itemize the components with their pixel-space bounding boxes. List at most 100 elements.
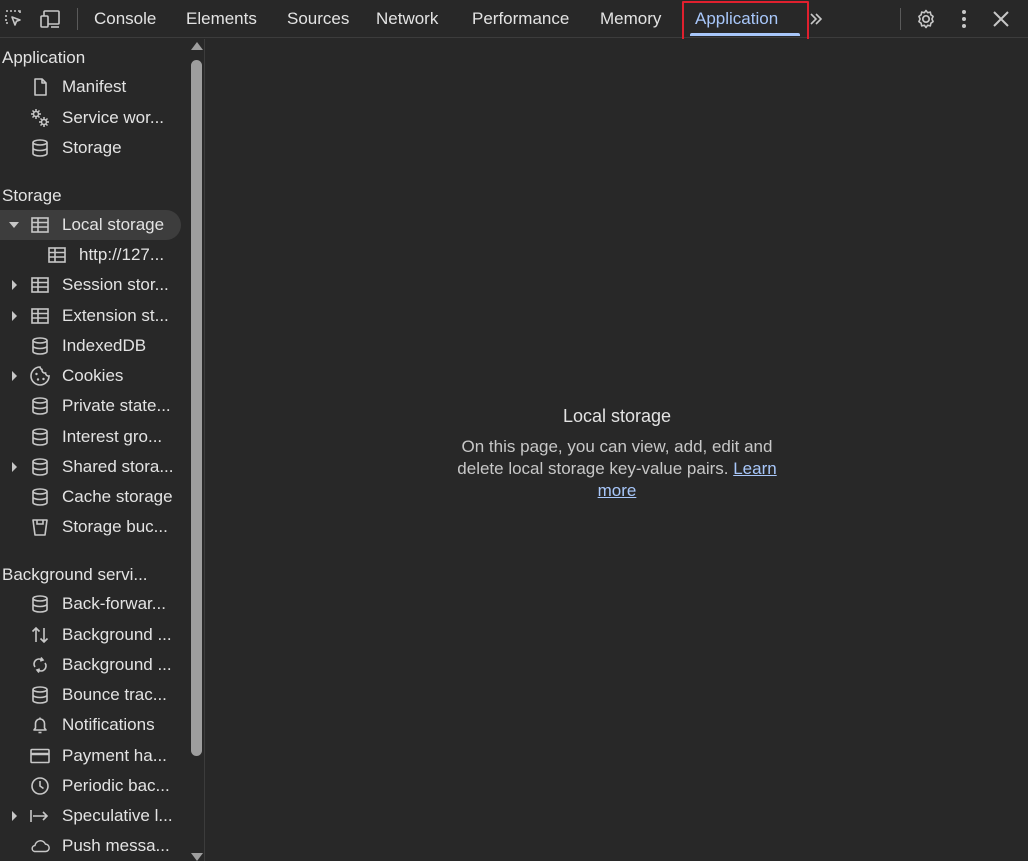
sidebar-item-indexeddb[interactable]: IndexedDB xyxy=(0,331,186,361)
sidebar-item-label: http://127... xyxy=(79,245,165,264)
database-icon xyxy=(29,335,51,357)
collapsed-arrow-icon[interactable] xyxy=(8,461,20,473)
table-icon xyxy=(29,214,51,236)
database-icon xyxy=(29,456,51,478)
scroll-down-arrow-icon[interactable] xyxy=(191,853,203,861)
sidebar-item-extension-storage[interactable]: Extension st... xyxy=(0,301,186,331)
credit-card-icon xyxy=(29,745,51,767)
chevron-double-right-icon[interactable] xyxy=(804,7,828,31)
bell-icon xyxy=(29,714,51,736)
database-icon xyxy=(29,486,51,508)
sidebar-item-label: Background ... xyxy=(62,625,172,644)
database-icon xyxy=(29,684,51,706)
tab-performance[interactable]: Performance xyxy=(472,0,569,38)
collapsed-arrow-icon[interactable] xyxy=(8,370,20,382)
sidebar-item-label: IndexedDB xyxy=(62,336,147,355)
devtools-toolbar: Console Elements Sources Network Perform… xyxy=(0,0,1028,41)
tab-network[interactable]: Network xyxy=(376,0,438,38)
sidebar-item-label: Manifest xyxy=(62,77,127,96)
sidebar-item-background-sync[interactable]: Background ... xyxy=(0,650,186,680)
sidebar-item-manifest[interactable]: Manifest xyxy=(0,72,186,102)
table-icon xyxy=(46,244,68,266)
sidebar-item-label: Interest gro... xyxy=(62,427,163,446)
database-icon xyxy=(29,426,51,448)
gears-icon xyxy=(29,107,51,129)
sidebar-item-bounce-tracking[interactable]: Bounce trac... xyxy=(0,680,186,710)
sidebar-item-notifications[interactable]: Notifications xyxy=(0,710,186,740)
sidebar-item-interest-groups[interactable]: Interest gro... xyxy=(0,422,186,452)
sidebar-item-session-storage[interactable]: Session stor... xyxy=(0,270,186,300)
tab-sources[interactable]: Sources xyxy=(287,0,349,38)
sidebar-item-label: Service wor... xyxy=(62,108,165,127)
collapsed-arrow-icon[interactable] xyxy=(8,810,20,822)
sidebar-item-shared-storage[interactable]: Shared stora... xyxy=(0,452,186,482)
sidebar-item-label: Background ... xyxy=(62,655,172,674)
sidebar-item-label: Storage xyxy=(62,138,122,157)
sidebar-item-label: Cache storage xyxy=(62,487,173,506)
sync-icon xyxy=(29,654,51,676)
sidebar-item-service-workers[interactable]: Service wor... xyxy=(0,103,186,133)
sidebar-item-cache-storage[interactable]: Cache storage xyxy=(0,482,186,512)
sidebar-item-label: Notifications xyxy=(62,715,155,734)
tab-console[interactable]: Console xyxy=(94,0,156,38)
section-header-storage[interactable]: Storage xyxy=(2,186,62,206)
table-icon xyxy=(29,305,51,327)
tab-elements[interactable]: Elements xyxy=(186,0,257,38)
sidebar-item-push-messaging[interactable]: Push messa... xyxy=(0,831,186,861)
kebab-menu-icon[interactable] xyxy=(952,7,976,31)
database-icon xyxy=(29,137,51,159)
database-icon xyxy=(29,593,51,615)
sidebar-item-payment-handler[interactable]: Payment ha... xyxy=(0,741,186,771)
sidebar-item-label: Extension st... xyxy=(62,306,169,325)
empty-state-description: On this page, you can view, add, edit an… xyxy=(447,436,787,502)
sidebar-item-label: Periodic bac... xyxy=(62,776,170,795)
section-header-application[interactable]: Application xyxy=(2,48,85,68)
sidebar-item-label: Storage buc... xyxy=(62,517,168,536)
gear-icon[interactable] xyxy=(914,7,938,31)
collapsed-arrow-icon[interactable] xyxy=(8,279,20,291)
empty-state-title: Local storage xyxy=(562,406,672,426)
sidebar-item-label: Shared stora... xyxy=(62,457,174,476)
document-icon xyxy=(29,76,51,98)
sidebar-item-label: Local storage xyxy=(62,215,165,234)
empty-state-text: On this page, you can view, add, edit an… xyxy=(457,437,773,478)
sidebar-item-background-fetch[interactable]: Background ... xyxy=(0,620,186,650)
sidebar-item-label: Session stor... xyxy=(62,275,169,294)
sidebar-scrollbar-thumb[interactable] xyxy=(191,60,202,756)
sidebar-item-label: Cookies xyxy=(62,366,124,385)
application-tab-highlight-box xyxy=(682,1,809,41)
application-sidebar: Application Manifest Service wor... Stor… xyxy=(0,39,188,861)
sidebar-item-storage[interactable]: Storage xyxy=(0,133,186,163)
close-icon[interactable] xyxy=(989,7,1013,31)
database-icon xyxy=(29,395,51,417)
toolbar-divider xyxy=(77,8,78,30)
sidebar-item-local-storage-origin[interactable]: http://127... xyxy=(0,240,186,270)
tab-memory[interactable]: Memory xyxy=(600,0,661,38)
section-header-background-services[interactable]: Background servi... xyxy=(2,565,148,585)
arrow-right-bar-icon xyxy=(29,805,51,827)
collapsed-arrow-icon[interactable] xyxy=(8,310,20,322)
sidebar-item-private-state-tokens[interactable]: Private state... xyxy=(0,391,186,421)
sidebar-item-storage-buckets[interactable]: Storage buc... xyxy=(0,512,186,542)
sidebar-item-back-forward-cache[interactable]: Back-forwar... xyxy=(0,589,186,619)
sidebar-item-label: Private state... xyxy=(62,396,171,415)
sidebar-item-label: Speculative l... xyxy=(62,806,173,825)
bucket-icon xyxy=(29,516,51,538)
sidebar-item-speculative-loads[interactable]: Speculative l... xyxy=(0,801,186,831)
local-storage-panel: Local storage On this page, you can view… xyxy=(206,39,1028,861)
scroll-up-arrow-icon[interactable] xyxy=(191,42,203,50)
sidebar-item-cookies[interactable]: Cookies xyxy=(0,361,186,391)
clock-icon xyxy=(29,775,51,797)
sidebar-item-local-storage[interactable]: Local storage xyxy=(0,210,181,240)
inspect-element-icon[interactable] xyxy=(2,7,26,31)
up-down-arrows-icon xyxy=(29,624,51,646)
sidebar-item-label: Push messa... xyxy=(62,836,170,855)
sidebar-item-label: Bounce trac... xyxy=(62,685,167,704)
expanded-arrow-icon[interactable] xyxy=(8,219,20,231)
sidebar-item-periodic-background-sync[interactable]: Periodic bac... xyxy=(0,771,186,801)
toolbar-divider xyxy=(900,8,901,30)
cookie-icon xyxy=(29,365,51,387)
device-toolbar-icon[interactable] xyxy=(40,7,64,31)
table-icon xyxy=(29,274,51,296)
cloud-icon xyxy=(29,835,51,857)
